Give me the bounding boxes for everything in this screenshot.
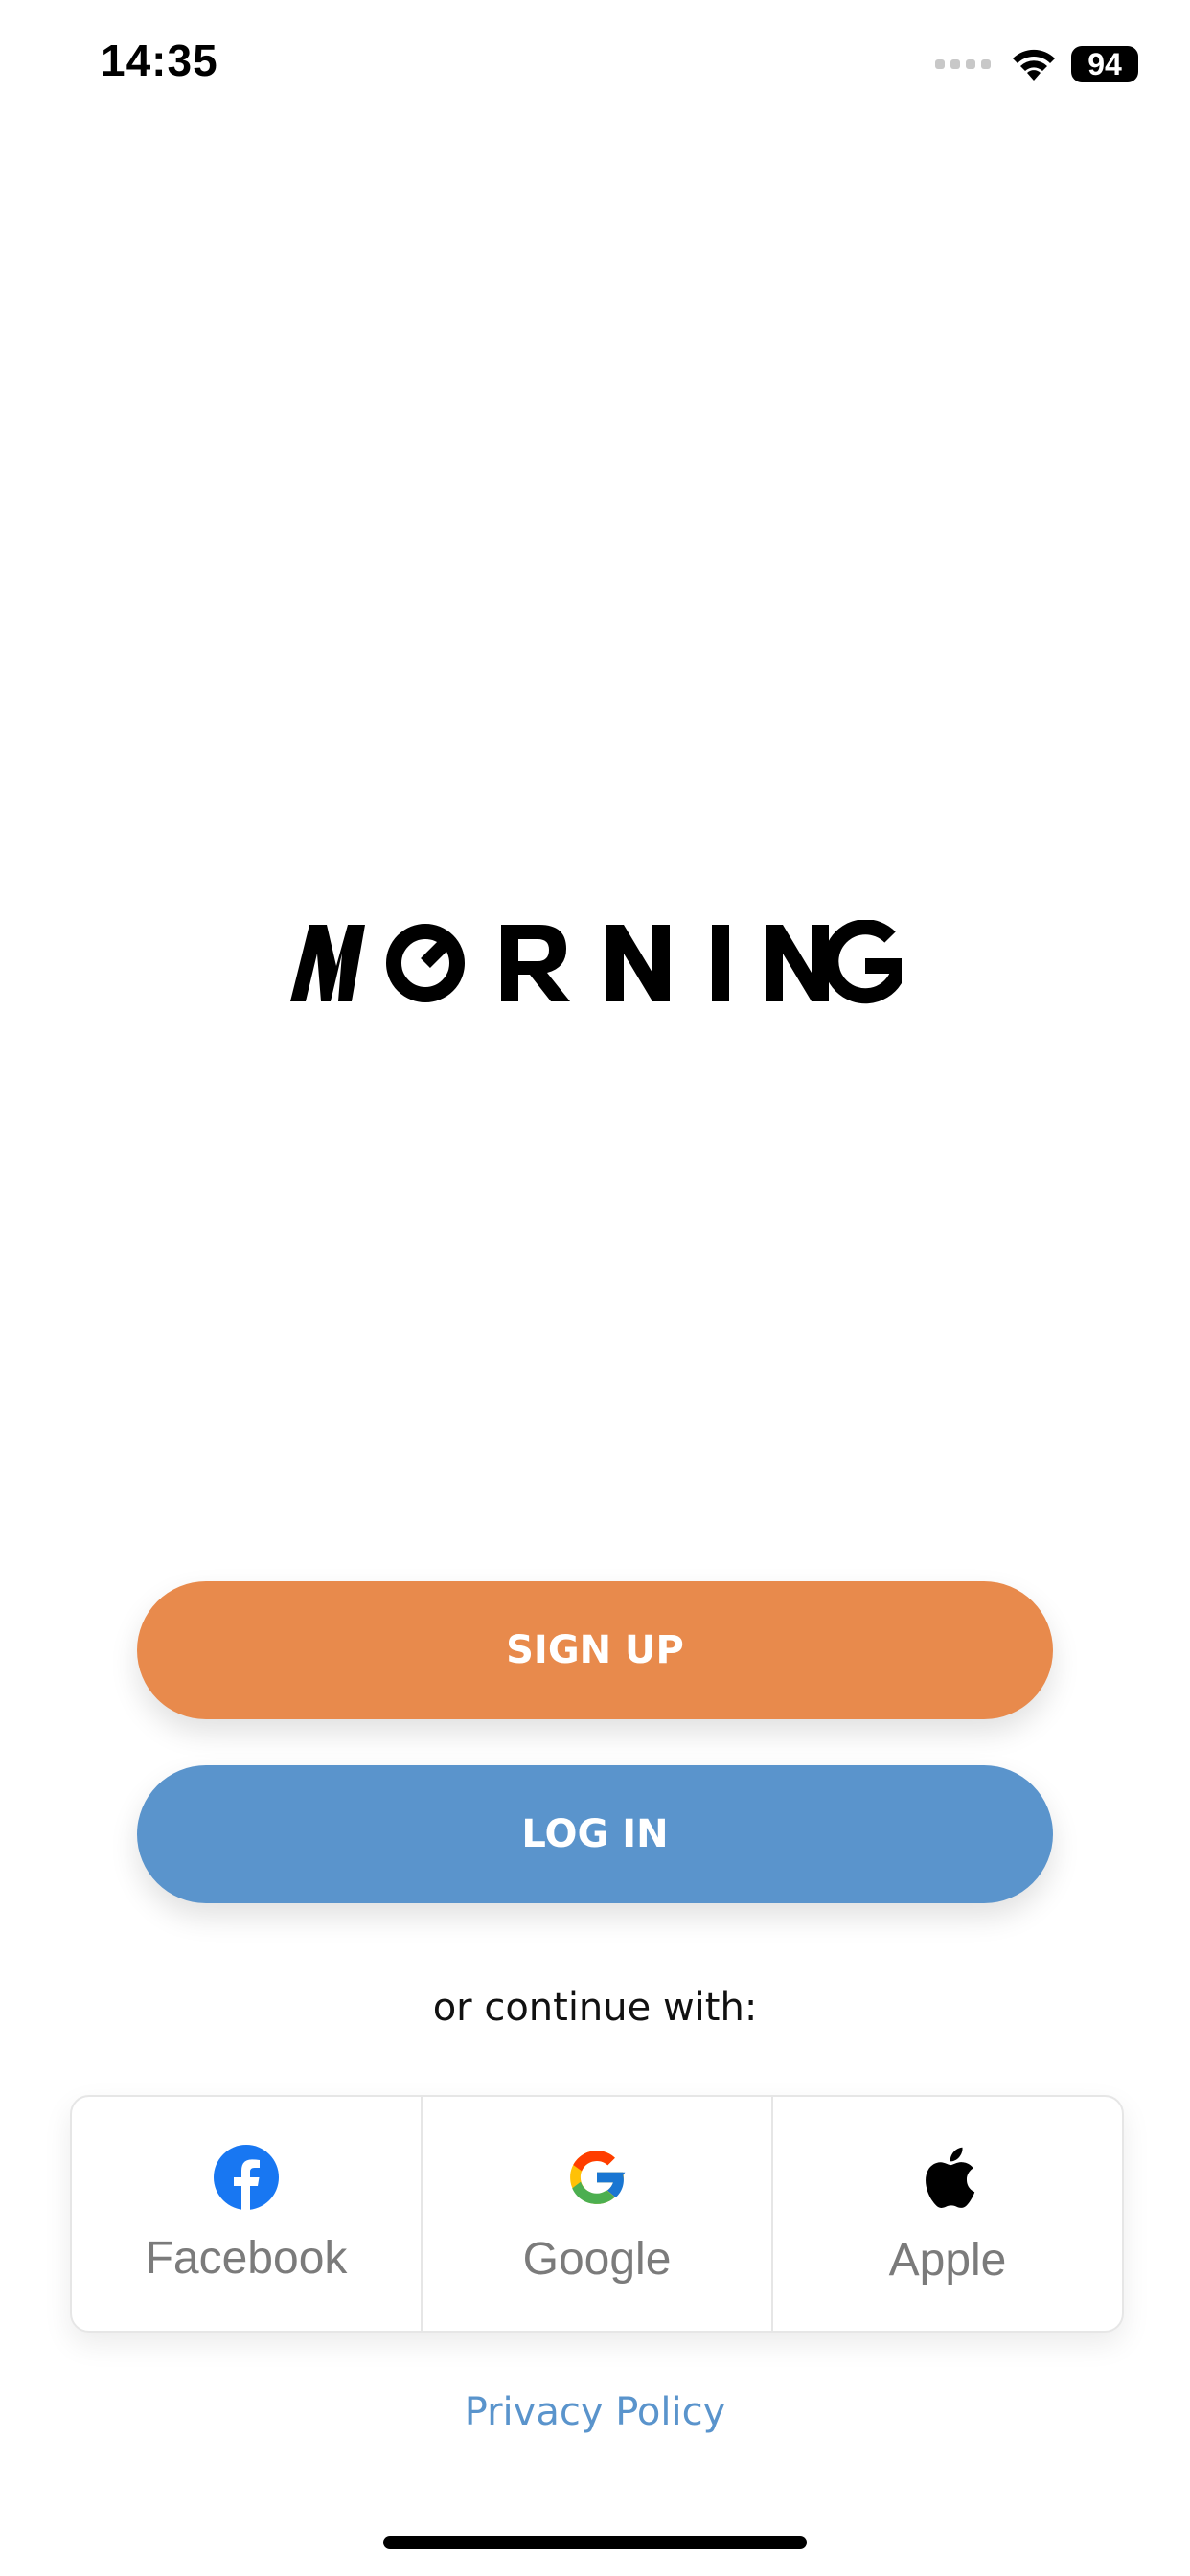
welcome-screen: 14:35 94 SIGN UP LOG IN or continue with… bbox=[0, 0, 1190, 2576]
apple-icon bbox=[926, 2147, 975, 2208]
social-login-group: Facebook Google Apple bbox=[70, 2095, 1124, 2333]
facebook-icon bbox=[214, 2144, 279, 2211]
google-login-button[interactable]: Google bbox=[421, 2097, 771, 2331]
privacy-policy-link[interactable]: Privacy Policy bbox=[0, 2390, 1190, 2434]
signal-icon bbox=[935, 59, 991, 69]
app-logo bbox=[0, 920, 1190, 1006]
home-indicator[interactable] bbox=[383, 2536, 807, 2549]
battery-icon: 94 bbox=[1071, 46, 1138, 82]
morning-logo bbox=[290, 920, 902, 1004]
status-icons: 94 bbox=[935, 40, 1138, 88]
continue-with-label: or continue with: bbox=[432, 1986, 758, 2030]
apple-login-button[interactable]: Apple bbox=[771, 2097, 1122, 2331]
facebook-login-button[interactable]: Facebook bbox=[72, 2097, 421, 2331]
google-label: Google bbox=[522, 2233, 672, 2285]
google-icon bbox=[570, 2150, 626, 2204]
battery-level: 94 bbox=[1071, 46, 1138, 82]
sign-up-button[interactable]: SIGN UP bbox=[137, 1581, 1053, 1719]
apple-label: Apple bbox=[888, 2234, 1007, 2286]
status-time: 14:35 bbox=[101, 35, 218, 85]
facebook-label: Facebook bbox=[145, 2232, 348, 2284]
wifi-icon bbox=[1013, 49, 1055, 80]
log-in-button[interactable]: LOG IN bbox=[137, 1765, 1053, 1903]
